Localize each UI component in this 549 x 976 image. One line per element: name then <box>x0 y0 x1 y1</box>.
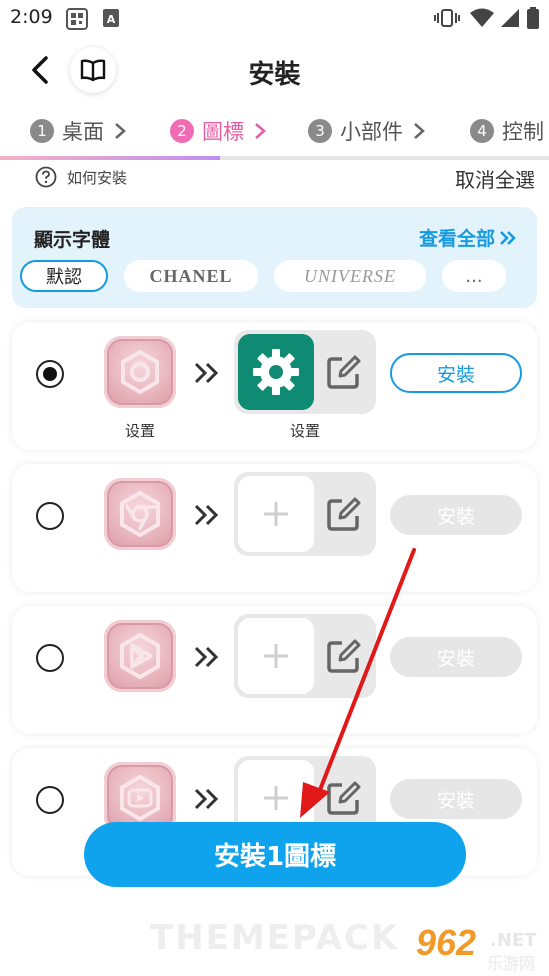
source-icon-settings <box>104 336 176 408</box>
step-label: 控制 <box>502 120 544 144</box>
step-number: 1 <box>30 119 54 143</box>
row-radio[interactable] <box>36 360 64 388</box>
target-icon-box[interactable] <box>234 472 376 556</box>
plus-icon <box>264 786 288 810</box>
double-chevron-right-icon <box>194 504 219 526</box>
step-number: 2 <box>170 119 194 143</box>
font-panel-title: 顯示字體 <box>34 229 111 251</box>
source-icon-chrome <box>104 478 176 550</box>
plus-icon <box>264 502 288 526</box>
vibrate-icon <box>434 8 460 32</box>
site-watermark-cn: 乐游网 <box>487 954 536 973</box>
play-store-icon <box>120 632 160 680</box>
step-tabs: 1 桌面 2 圖標 3 小部件 4 控制 <box>30 116 549 146</box>
target-icon-box[interactable] <box>234 614 376 698</box>
how-to-install-link[interactable]: 如何安裝 <box>35 166 127 188</box>
font-chip-default[interactable]: 默認 <box>20 260 108 292</box>
source-caption: 设置 <box>124 422 155 440</box>
step-label: 小部件 <box>340 120 403 144</box>
double-chevron-right-icon <box>194 788 219 810</box>
install-button[interactable]: 安裝 <box>390 353 522 393</box>
target-caption: 设置 <box>289 422 320 440</box>
view-all-fonts-link[interactable]: 查看全部 <box>419 224 517 251</box>
install-button[interactable]: 安裝 <box>390 779 522 819</box>
font-panel: 顯示字體 查看全部 默認 CHANEL UNIVERSE ... <box>12 207 537 308</box>
step-widgets[interactable]: 3 小部件 <box>308 116 425 146</box>
double-chevron-right-icon <box>194 362 219 384</box>
icon-row: 安裝 <box>12 606 537 734</box>
target-icon-box[interactable] <box>234 330 376 414</box>
icon-row: 安裝 <box>12 464 537 592</box>
step-icons[interactable]: 2 圖標 <box>170 116 266 146</box>
how-to-install-label: 如何安裝 <box>67 168 128 187</box>
edit-icon[interactable] <box>326 354 362 390</box>
target-icon-slot <box>238 618 314 694</box>
step-label: 圖標 <box>202 120 244 144</box>
install-button[interactable]: 安裝 <box>390 637 522 677</box>
help-icon <box>35 166 57 188</box>
row-radio[interactable] <box>36 786 64 814</box>
chevron-right-icon <box>414 123 425 139</box>
youtube-icon <box>120 774 160 822</box>
step-progress-bar <box>0 156 549 160</box>
font-chip-chanel[interactable]: CHANEL <box>124 260 258 292</box>
status-bar: 2:09 A <box>0 0 549 36</box>
view-all-label: 查看全部 <box>418 228 495 250</box>
site-number: 962 <box>416 922 477 963</box>
step-number: 4 <box>470 119 494 143</box>
step-desktop[interactable]: 1 桌面 <box>30 116 126 146</box>
status-time: 2:09 <box>10 6 53 28</box>
double-chevron-right-icon <box>500 230 516 245</box>
svg-text:A: A <box>107 13 116 26</box>
font-chip-more[interactable]: ... <box>442 260 506 292</box>
signal-icon <box>500 8 520 32</box>
a-notification-icon: A <box>102 8 120 32</box>
gear-icon <box>253 349 299 395</box>
plus-icon <box>264 644 288 668</box>
target-icon-slot <box>238 334 314 410</box>
font-chip-universe[interactable]: UNIVERSE <box>274 260 426 292</box>
edit-icon[interactable] <box>326 638 362 674</box>
themepack-watermark: THEMEPACK <box>150 918 400 958</box>
step-label: 桌面 <box>62 120 104 144</box>
row-radio[interactable] <box>36 644 64 672</box>
hexagon-settings-icon <box>121 349 159 395</box>
target-icon-slot <box>238 476 314 552</box>
source-icon-play-store <box>104 620 176 692</box>
install-button[interactable]: 安裝 <box>390 495 522 535</box>
qr-notification-icon <box>66 8 88 34</box>
edit-icon[interactable] <box>326 780 362 816</box>
step-number: 3 <box>308 119 332 143</box>
chevron-right-icon <box>115 123 126 139</box>
step-control[interactable]: 4 控制 <box>470 116 544 146</box>
edit-icon[interactable] <box>326 496 362 532</box>
chrome-icon <box>120 490 160 538</box>
deselect-all-button[interactable]: 取消全選 <box>455 164 535 193</box>
icon-row: 设置 设置 安裝 <box>12 322 537 450</box>
row-radio[interactable] <box>36 502 64 530</box>
site-watermark-tld: .NET <box>490 930 537 951</box>
double-chevron-right-icon <box>194 646 219 668</box>
battery-icon <box>527 7 539 33</box>
install-selected-button[interactable]: 安裝1圖標 <box>84 822 466 887</box>
site-watermark-number: 962 <box>416 922 476 964</box>
wifi-icon <box>470 8 494 32</box>
page-title: 安裝 <box>248 60 301 90</box>
step-progress-fill <box>0 156 220 160</box>
chevron-right-icon <box>255 123 266 139</box>
